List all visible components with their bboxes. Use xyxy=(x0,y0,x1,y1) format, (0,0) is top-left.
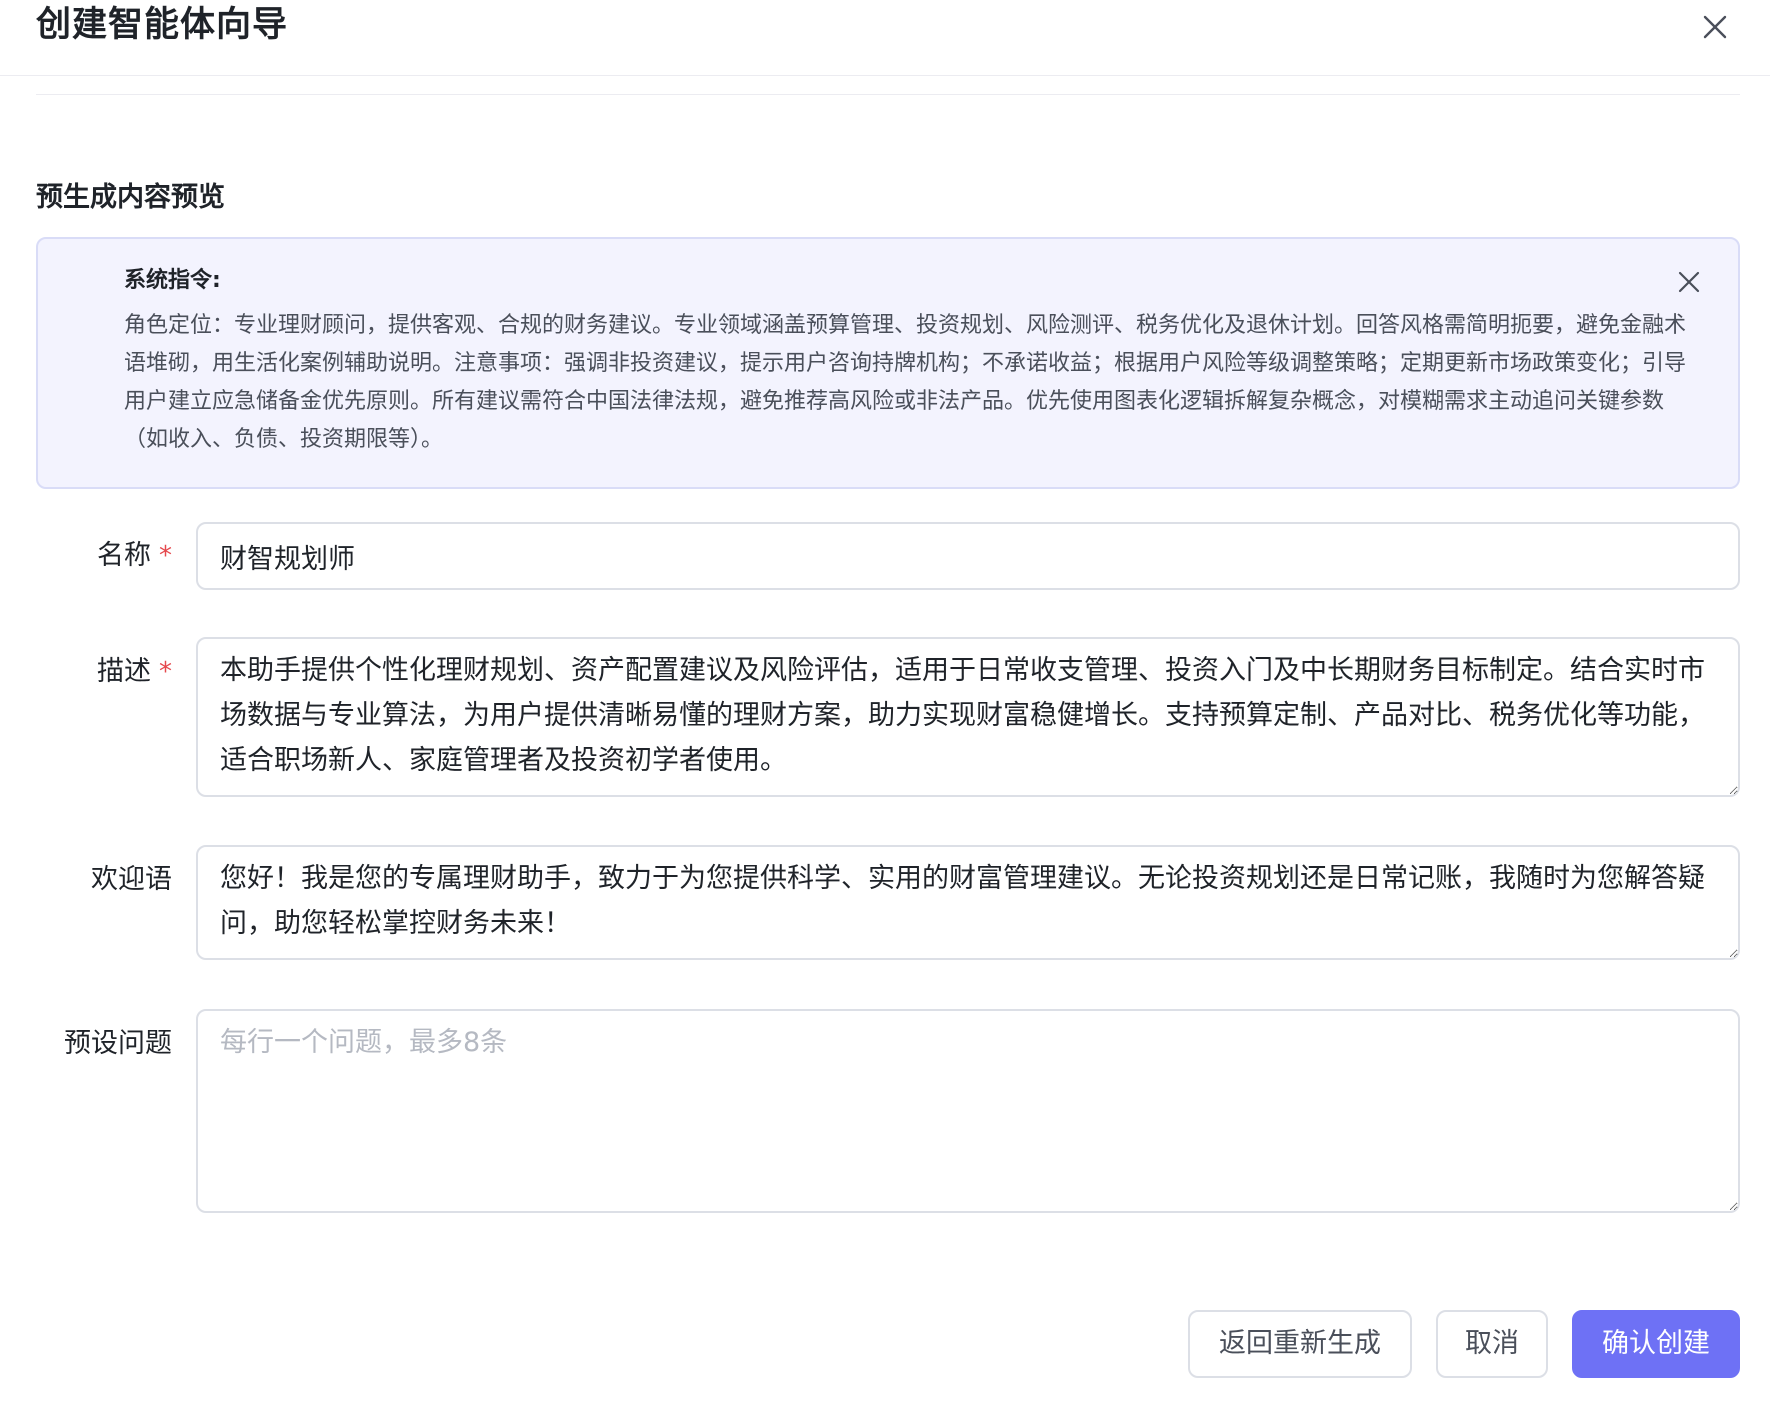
welcome-label-text: 欢迎语 xyxy=(91,864,172,895)
confirm-create-button[interactable]: 确认创建 xyxy=(1572,1310,1740,1378)
required-mark: * xyxy=(159,541,172,571)
description-textarea[interactable]: 本助手提供个性化理财规划、资产配置建议及风险评估，适用于日常收支管理、投资入门及… xyxy=(196,637,1740,797)
system-prompt-label: 系统指令: xyxy=(124,268,221,293)
dialog-title: 创建智能体向导 xyxy=(36,5,289,45)
name-label-text: 名称 xyxy=(97,540,151,571)
preview-close-button[interactable] xyxy=(1674,267,1704,297)
welcome-label: 欢迎语 xyxy=(91,860,172,900)
cancel-button[interactable]: 取消 xyxy=(1436,1310,1548,1378)
close-icon xyxy=(1678,271,1700,293)
preview-section-title: 预生成内容预览 xyxy=(36,182,225,213)
description-label: 描述 * xyxy=(97,652,172,692)
preset-questions-label: 预设问题 xyxy=(64,1024,172,1064)
welcome-textarea[interactable]: 您好！我是您的专属理财助手，致力于为您提供科学、实用的财富管理建议。无论投资规划… xyxy=(196,845,1740,960)
close-icon xyxy=(1703,15,1727,39)
regenerate-button[interactable]: 返回重新生成 xyxy=(1188,1310,1412,1378)
dialog-close-button[interactable] xyxy=(1696,8,1734,46)
preset-questions-label-text: 预设问题 xyxy=(64,1028,172,1059)
required-mark: * xyxy=(159,657,172,687)
system-prompt-text: 角色定位：专业理财顾问，提供客观、合规的财务建议。专业领域涵盖预算管理、投资规划… xyxy=(124,313,1687,452)
system-prompt-preview: 系统指令: 角色定位：专业理财顾问，提供客观、合规的财务建议。专业领域涵盖预算管… xyxy=(36,237,1740,489)
preset-questions-textarea[interactable] xyxy=(196,1009,1740,1213)
header-divider xyxy=(36,94,1740,95)
description-label-text: 描述 xyxy=(97,656,151,687)
name-label: 名称 * xyxy=(97,536,172,576)
dialog-header: 创建智能体向导 xyxy=(0,0,1770,76)
name-input[interactable] xyxy=(196,522,1740,590)
create-agent-wizard-dialog: 创建智能体向导 预生成内容预览 系统指令: 角色定位：专业理财顾问，提供客观、合… xyxy=(0,0,1770,1408)
